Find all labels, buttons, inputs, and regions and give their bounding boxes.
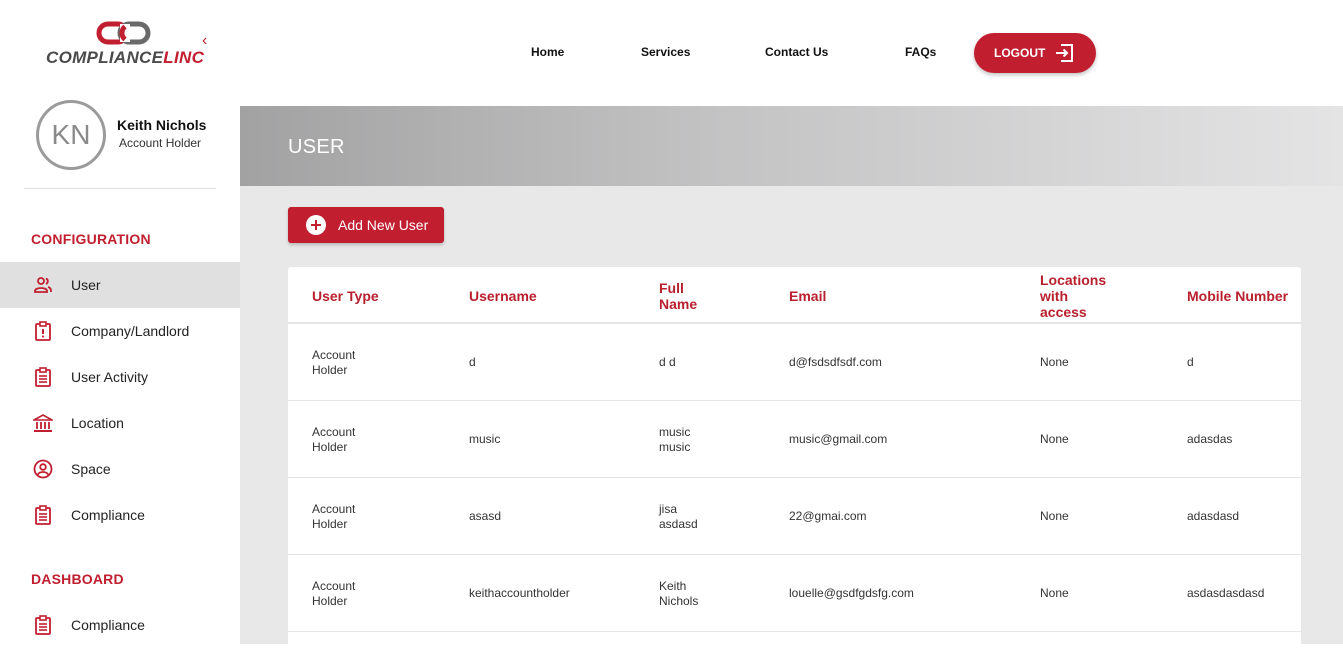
cell-mobile: adasdas xyxy=(1187,432,1233,446)
sidebar-item-label: Company/Landlord xyxy=(71,323,190,339)
clipboard-list-icon xyxy=(35,615,51,635)
sidebar-item-label: User Activity xyxy=(71,369,149,385)
cell-username: asasd xyxy=(469,509,502,523)
dashboard-section-title: DASHBOARD xyxy=(31,571,124,587)
cell-full-name: jisa asdasd xyxy=(659,502,698,531)
cell-user-type: Account Holder xyxy=(312,579,356,608)
cell-locations: None xyxy=(1040,586,1069,600)
sidebar-item-user[interactable]: User xyxy=(0,262,240,308)
header-email[interactable]: Email xyxy=(789,288,826,304)
sidebar-item-location[interactable]: Location xyxy=(0,400,240,446)
nav-faqs-link[interactable]: FAQs xyxy=(905,45,936,59)
top-navigation: Home Services Contact Us FAQs LOGOUT xyxy=(240,0,1343,106)
cell-locations: None xyxy=(1040,432,1069,446)
add-new-user-label: Add New User xyxy=(338,217,429,233)
logo-text-compliance: COMPLIANCE xyxy=(46,48,164,67)
sidebar-item-label: User xyxy=(71,277,101,293)
chevron-left-icon[interactable]: ‹ xyxy=(202,33,214,49)
page-title: USER xyxy=(288,136,345,158)
user-profile: KN Keith Nichols Account Holder xyxy=(36,100,226,170)
sidebar-item-label: Space xyxy=(71,461,111,477)
cell-email: d@fsdsdfsdf.com xyxy=(789,355,882,369)
users-icon xyxy=(34,277,52,293)
logout-button[interactable]: LOGOUT xyxy=(974,33,1096,73)
profile-role: Account Holder xyxy=(119,136,202,150)
logo-wordmark: COMPLIANCELINC xyxy=(46,48,204,68)
users-table: User Type Username Full Name Email Locat… xyxy=(288,267,1301,647)
sidebar-item-compliance[interactable]: Compliance xyxy=(0,492,240,538)
cell-username: music xyxy=(469,432,501,446)
table-row[interactable]: Account Holder d d d d@fsdsdfsdf.com Non… xyxy=(288,324,1301,401)
cell-user-type: Account Holder xyxy=(312,502,356,531)
cell-mobile: adasdasd xyxy=(1187,509,1240,523)
header-username[interactable]: Username xyxy=(469,288,537,304)
table-header: User Type Username Full Name Email Locat… xyxy=(288,267,1301,324)
cell-username: d xyxy=(469,355,476,369)
sidebar-item-company-landlord[interactable]: Company/Landlord xyxy=(0,308,240,354)
nav-contact-link[interactable]: Contact Us xyxy=(765,45,828,59)
header-mobile-number[interactable]: Mobile Number xyxy=(1187,288,1288,304)
table-row[interactable]: Account Holder asasd jisa asdasd 22@gmai… xyxy=(288,478,1301,555)
main-content: USER Add New User User Type Username Ful… xyxy=(240,106,1343,647)
cell-mobile: d xyxy=(1187,355,1194,369)
clipboard-list-icon xyxy=(35,367,51,387)
profile-name: Keith Nichols xyxy=(117,117,207,133)
cell-email: 22@gmai.com xyxy=(789,509,867,523)
alert-clipboard-icon xyxy=(35,321,51,341)
bank-icon xyxy=(33,414,53,432)
sidebar-item-label: Location xyxy=(71,415,124,431)
user-circle-icon xyxy=(33,459,53,479)
cell-mobile: asdasdasdasd xyxy=(1187,586,1265,600)
plus-circle-icon xyxy=(306,215,326,235)
sidebar-item-label: Compliance xyxy=(71,617,145,633)
chain-link-logo-icon xyxy=(96,21,151,45)
header-locations[interactable]: Locations with access xyxy=(1040,272,1115,320)
table-row[interactable]: Account Holder music music music music@g… xyxy=(288,401,1301,478)
compliancelinc-logo[interactable]: COMPLIANCELINC xyxy=(46,20,204,70)
sidebar-item-dashboard-compliance[interactable]: Compliance xyxy=(0,602,240,648)
logout-icon xyxy=(1056,44,1073,62)
cell-user-type: Account Holder xyxy=(312,425,356,454)
header-user-type[interactable]: User Type xyxy=(312,288,379,304)
sidebar-item-user-activity[interactable]: User Activity xyxy=(0,354,240,400)
cell-full-name: d d xyxy=(659,355,676,369)
cell-email: music@gmail.com xyxy=(789,432,888,446)
header-full-name[interactable]: Full Name xyxy=(659,280,719,312)
cell-username: keithaccountholder xyxy=(469,586,570,600)
table-row[interactable]: Account Holder keithaccountholder Keith … xyxy=(288,555,1301,632)
cell-full-name: Keith Nichols xyxy=(659,579,699,608)
cell-locations: None xyxy=(1040,355,1069,369)
add-new-user-button[interactable]: Add New User xyxy=(288,207,444,243)
cell-locations: None xyxy=(1040,509,1069,523)
configuration-section-title: CONFIGURATION xyxy=(31,231,151,247)
avatar: KN xyxy=(36,100,106,170)
sidebar-item-space[interactable]: Space xyxy=(0,446,240,492)
clipboard-list-icon xyxy=(35,505,51,525)
page-banner: USER xyxy=(240,106,1343,186)
cell-full-name: music music xyxy=(659,425,691,454)
cell-email: louelle@gsdfgdsfg.com xyxy=(789,586,914,600)
nav-services-link[interactable]: Services xyxy=(641,45,690,59)
sidebar: COMPLIANCELINC ‹ KN Keith Nichols Accoun… xyxy=(0,0,240,644)
logout-label: LOGOUT xyxy=(994,46,1046,60)
sidebar-divider xyxy=(24,188,216,189)
sidebar-item-label: Compliance xyxy=(71,507,145,523)
logo-text-linc: LINC xyxy=(163,48,205,67)
nav-home-link[interactable]: Home xyxy=(531,45,564,59)
cell-user-type: Account Holder xyxy=(312,348,356,377)
